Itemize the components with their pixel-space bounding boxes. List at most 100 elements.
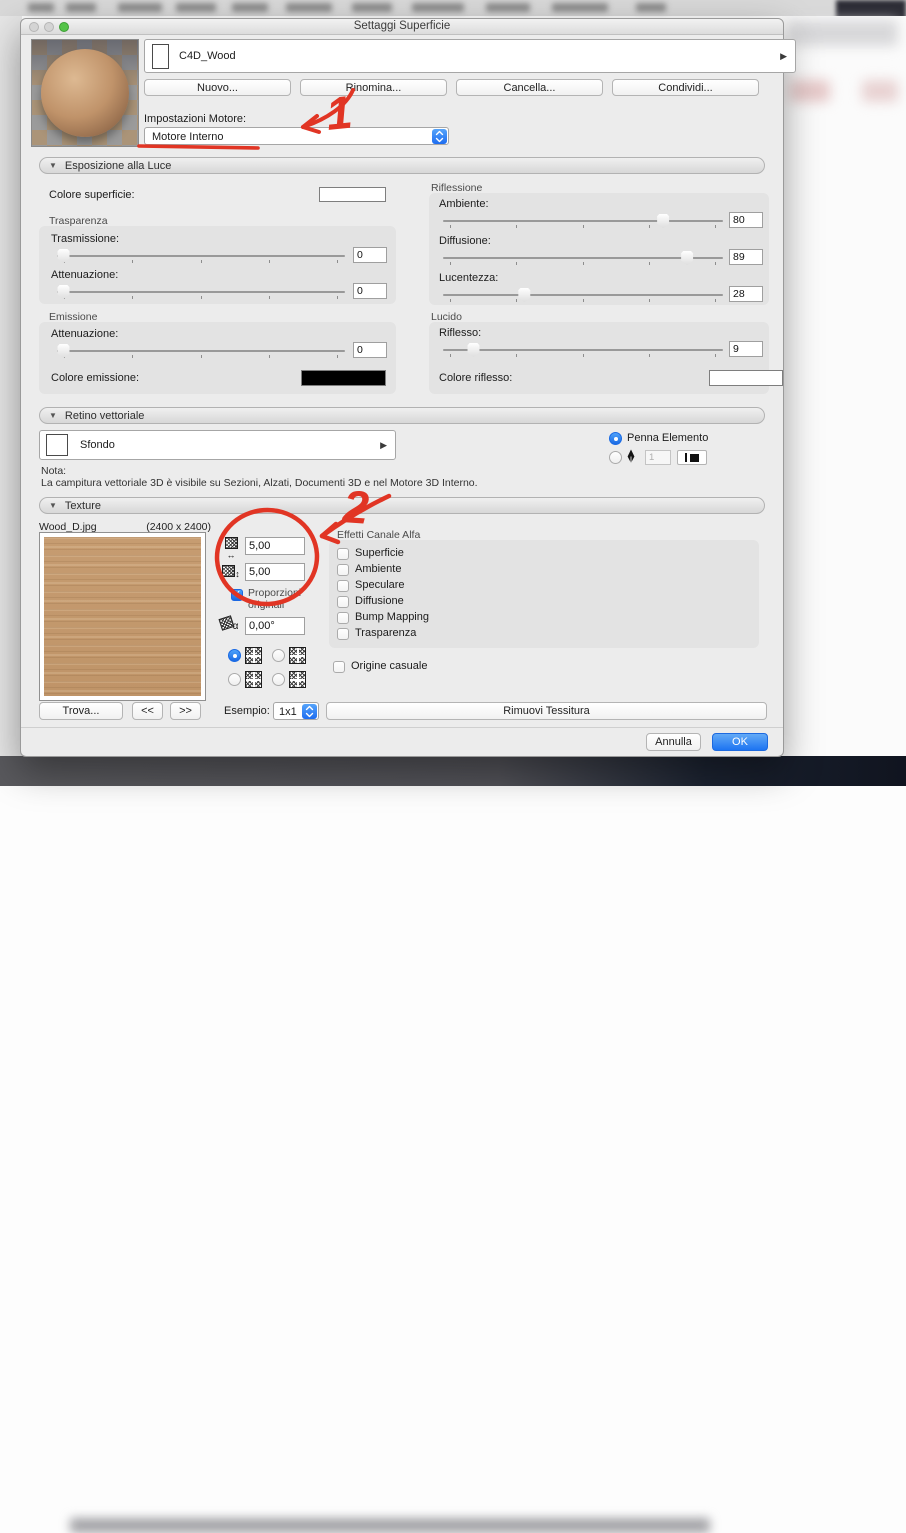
previous-texture-button[interactable]: << — [132, 702, 163, 720]
section-esposizione[interactable]: ▼ Esposizione alla Luce — [39, 157, 765, 174]
pen-number-field[interactable] — [645, 450, 671, 465]
alfa-trasparenza-checkbox[interactable] — [337, 628, 349, 640]
next-texture-button[interactable]: >> — [170, 702, 201, 720]
riflesso-slider[interactable] — [443, 343, 723, 358]
trova-button[interactable]: Trova... — [39, 702, 123, 720]
rinomina-button[interactable]: Rinomina... — [300, 79, 447, 96]
diffusione-slider[interactable] — [443, 251, 723, 266]
disclosure-triangle-icon[interactable]: ▼ — [49, 412, 57, 420]
alfa-diffusione-checkbox[interactable] — [337, 596, 349, 608]
menu-smudge — [486, 3, 530, 12]
esempio-value: 1x1 — [279, 706, 297, 718]
emissione-color-label: Colore emissione: — [51, 372, 139, 384]
trasmissione-slider[interactable] — [57, 249, 345, 264]
pen-color-button[interactable] — [677, 450, 707, 465]
annulla-button[interactable]: Annulla — [646, 733, 701, 751]
background-left — [0, 16, 22, 758]
mirror-option-3-radio[interactable] — [228, 673, 241, 686]
texture-rotation-field[interactable] — [245, 617, 305, 635]
alfa-trasparenza-label: Trasparenza — [355, 627, 416, 639]
material-selector[interactable]: C4D_Wood ▶ — [144, 39, 796, 73]
stepper-icon[interactable] — [302, 704, 317, 719]
nuovo-button[interactable]: Nuovo... — [144, 79, 291, 96]
slider-ticks — [64, 296, 338, 299]
riflesso-value[interactable] — [729, 341, 763, 357]
lucido-color-label: Colore riflesso: — [439, 372, 512, 384]
riflesso-label: Riflesso: — [439, 327, 481, 339]
emissione-attenuazione-value[interactable] — [353, 342, 387, 358]
diffusione-value[interactable] — [729, 249, 763, 265]
emissione-attenuazione-slider[interactable] — [57, 344, 345, 359]
attenuazione-value[interactable] — [353, 283, 387, 299]
background-right — [782, 16, 906, 758]
menu-smudge — [552, 3, 608, 12]
slider-track — [443, 220, 723, 222]
alfa-diffusione-label: Diffusione — [355, 595, 404, 607]
menu-smudge — [28, 3, 54, 12]
texture-rotation-icon: α — [218, 617, 240, 632]
settaggi-superficie-dialog: Settaggi Superficie C4D_Wood ▶ Nuovo... … — [20, 18, 784, 757]
dialog-titlebar[interactable]: Settaggi Superficie — [21, 19, 783, 35]
origine-casuale-checkbox[interactable] — [333, 661, 345, 673]
background-toolbar-blur — [790, 80, 830, 102]
trasmissione-value[interactable] — [353, 247, 387, 263]
disclosure-triangle-icon[interactable]: ▼ — [49, 502, 57, 510]
updown-chevrons-icon — [305, 705, 314, 718]
rimuovi-tessitura-button[interactable]: Rimuovi Tessitura — [326, 702, 767, 720]
fill-name: Sfondo — [80, 439, 115, 451]
alfa-speculare-checkbox[interactable] — [337, 580, 349, 592]
engine-value: Motore Interno — [152, 131, 224, 143]
menu-smudge — [412, 3, 464, 12]
engine-select[interactable]: Motore Interno — [144, 127, 449, 145]
esempio-select[interactable]: 1x1 — [273, 702, 319, 720]
section-texture[interactable]: ▼ Texture — [39, 497, 765, 514]
texture-width-field[interactable] — [245, 537, 305, 555]
lucido-color-swatch[interactable] — [709, 370, 783, 386]
mirror-option-1-radio[interactable] — [228, 649, 241, 662]
stepper-icon[interactable] — [432, 129, 447, 144]
menu-smudge — [176, 3, 216, 12]
condividi-button[interactable]: Condividi... — [612, 79, 759, 96]
mirror-option-4-icon — [289, 671, 306, 688]
trasparenza-group: Trasmissione: Attenuazione: — [39, 226, 396, 304]
ok-button[interactable]: OK — [712, 733, 768, 751]
section-esposizione-title: Esposizione alla Luce — [65, 160, 171, 172]
lucentezza-value[interactable] — [729, 286, 763, 302]
emissione-color-swatch[interactable] — [301, 370, 386, 386]
alfa-bump-checkbox[interactable] — [337, 612, 349, 624]
section-retino[interactable]: ▼ Retino vettoriale — [39, 407, 765, 424]
slider-track — [443, 349, 723, 351]
cancella-button[interactable]: Cancella... — [456, 79, 603, 96]
proporzioni-checkbox[interactable] — [231, 589, 243, 601]
retino-fill-selector[interactable]: Sfondo ▶ — [39, 430, 396, 460]
alfa-superficie-label: Superficie — [355, 547, 404, 559]
alfa-superficie-checkbox[interactable] — [337, 548, 349, 560]
material-name: C4D_Wood — [179, 50, 236, 62]
surface-color-swatch[interactable] — [319, 187, 386, 202]
background-bottom-bar — [0, 756, 906, 786]
material-preview-sphere — [41, 49, 129, 137]
texture-height-field[interactable] — [245, 563, 305, 581]
mirror-option-2-radio[interactable] — [272, 649, 285, 662]
attenuazione-slider[interactable] — [57, 285, 345, 300]
lucentezza-label: Lucentezza: — [439, 272, 498, 284]
slider-ticks — [450, 225, 716, 228]
menu-smudge — [66, 3, 96, 12]
texture-preview-frame — [39, 532, 206, 701]
disclosure-triangle-icon[interactable]: ▼ — [49, 162, 57, 170]
ambiente-slider[interactable] — [443, 214, 723, 229]
mirror-option-4-radio[interactable] — [272, 673, 285, 686]
ambiente-label: Ambiente: — [439, 198, 489, 210]
proporzioni-label: Proporzioni originali — [248, 587, 316, 611]
texture-preview-image — [44, 537, 201, 696]
alfa-ambiente-checkbox[interactable] — [337, 564, 349, 576]
lucentezza-slider[interactable] — [443, 288, 723, 303]
menu-smudge — [636, 3, 666, 12]
ambiente-value[interactable] — [729, 212, 763, 228]
hatch-icon — [222, 565, 235, 577]
background-menubar-blur — [0, 0, 906, 16]
pen-custom-radio[interactable] — [609, 451, 622, 464]
slider-ticks — [450, 299, 716, 302]
penna-elemento-label: Penna Elemento — [627, 432, 708, 444]
penna-elemento-radio[interactable] — [609, 432, 622, 445]
